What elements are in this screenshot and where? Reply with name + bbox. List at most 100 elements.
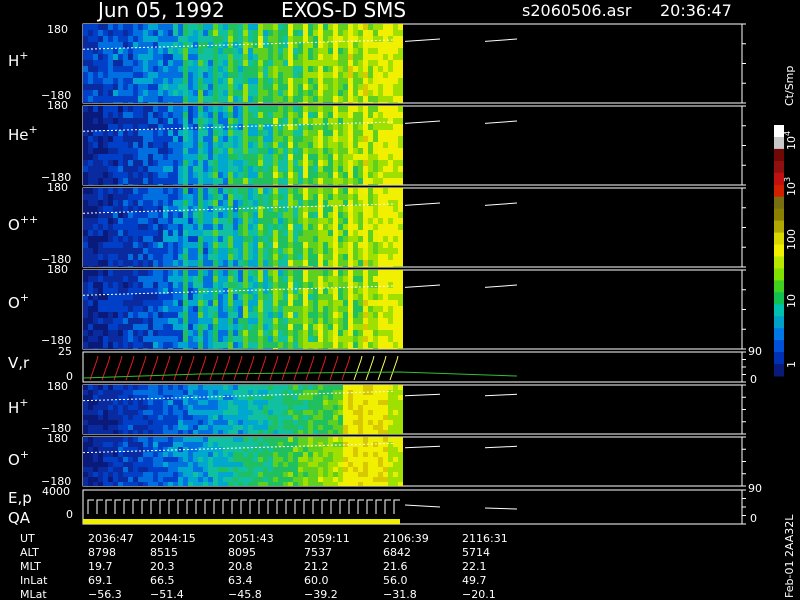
- spectrogram-cell: [303, 142, 308, 148]
- spectrogram-cell: [148, 415, 153, 420]
- spectrogram-cell: [238, 60, 243, 66]
- spectrogram-cell: [133, 467, 138, 472]
- spectrogram-cell: [223, 318, 228, 324]
- spectrogram-cell: [218, 457, 223, 462]
- spectrogram-cell: [288, 482, 293, 486]
- spectrogram-cell: [338, 294, 343, 300]
- spectrogram-cell: [383, 415, 388, 420]
- spectrogram-cell: [248, 400, 253, 405]
- spectrogram-cell: [263, 66, 268, 72]
- spectrogram-cell: [308, 447, 313, 452]
- spectrogram-cell: [88, 166, 93, 172]
- spectrogram-cell: [243, 84, 248, 90]
- spectrogram-cell: [93, 102, 98, 103]
- spectrogram-cell: [333, 342, 338, 348]
- spectrogram-cell: [158, 482, 163, 486]
- spectrogram-cell: [343, 148, 348, 154]
- spectrogram-cell: [208, 112, 213, 118]
- spectrogram-cell: [183, 118, 188, 124]
- spectrogram-cell: [243, 457, 248, 462]
- spectrogram-cell: [163, 112, 168, 118]
- spectrogram-cell: [203, 54, 208, 60]
- spectrogram-cell: [108, 142, 113, 148]
- spectrogram-cell: [173, 42, 178, 48]
- spectrogram-cell: [203, 266, 208, 267]
- spectrogram-cell: [198, 324, 203, 330]
- spectrogram-cell: [168, 78, 173, 84]
- spectrogram-cell: [243, 467, 248, 472]
- spectrogram-cell: [258, 415, 263, 420]
- spectrogram-cell: [153, 90, 158, 96]
- spectrogram-cell: [178, 330, 183, 336]
- spectrogram-cell: [378, 300, 383, 306]
- spectrogram-cell: [393, 457, 398, 462]
- spectrogram-cell: [153, 410, 158, 415]
- spectrogram-cell: [143, 457, 148, 462]
- spectrogram-cell: [338, 437, 343, 442]
- spectrogram-cell: [193, 318, 198, 324]
- spectrogram-cell: [223, 300, 228, 306]
- spectrogram-cell: [173, 242, 178, 248]
- spectrogram-cell: [153, 130, 158, 136]
- spectrogram-cell: [348, 230, 353, 236]
- spectrogram-cell: [273, 288, 278, 294]
- spectrogram-cell: [108, 385, 113, 390]
- panel-ep: [82, 489, 746, 525]
- spectrogram-cell: [293, 36, 298, 42]
- spectrogram-cell: [168, 30, 173, 36]
- spectrogram-cell: [143, 437, 148, 442]
- spectrogram-cell: [133, 270, 138, 276]
- spectrogram-cell: [263, 148, 268, 154]
- spectrogram-cell: [288, 178, 293, 184]
- spectrogram-cell: [363, 482, 368, 486]
- spectrogram-cell: [298, 300, 303, 306]
- spectrogram-cell: [268, 84, 273, 90]
- spectrogram-cell: [313, 42, 318, 48]
- spectrogram-cell: [298, 395, 303, 400]
- spectrogram-cell: [363, 276, 368, 282]
- spectrogram-cell: [288, 472, 293, 477]
- spectrogram-cell: [168, 415, 173, 420]
- spectrogram-cell: [233, 112, 238, 118]
- spectrogram-cell: [303, 477, 308, 482]
- spectrogram-cell: [273, 348, 278, 349]
- spectrogram-cell: [153, 270, 158, 276]
- spectrogram-cell: [93, 276, 98, 282]
- spectrogram-cell: [158, 154, 163, 160]
- spectrogram-cell: [338, 425, 343, 430]
- spectrogram-cell: [203, 48, 208, 54]
- spectrogram-cell: [138, 96, 143, 102]
- spectrogram-cell: [113, 260, 118, 266]
- spectrogram-cell: [113, 48, 118, 54]
- spectrogram-cell: [133, 66, 138, 72]
- spectrogram-cell: [298, 160, 303, 166]
- spectrogram-cell: [288, 66, 293, 72]
- spectrogram-cell: [188, 160, 193, 166]
- spectrogram-cell: [203, 236, 208, 242]
- spectrogram-cell: [168, 166, 173, 172]
- spectrogram-cell: [353, 188, 358, 194]
- spectrogram-cell: [303, 385, 308, 390]
- spectrogram-cell: [323, 482, 328, 486]
- spectrogram-cell: [368, 60, 373, 66]
- spectrogram-cell: [303, 462, 308, 467]
- spectrogram-cell: [238, 106, 243, 112]
- spectrogram-cell: [178, 166, 183, 172]
- spectrogram-cell: [388, 472, 393, 477]
- spectrogram-cell: [258, 348, 263, 349]
- spectrogram-cell: [293, 452, 298, 457]
- spectrogram-cell: [258, 60, 263, 66]
- spectrogram-cell: [383, 467, 388, 472]
- spectrogram-cell: [278, 390, 283, 395]
- spectrogram-cell: [83, 102, 88, 103]
- spectrogram-cell: [248, 437, 253, 442]
- spectrogram-cell: [313, 318, 318, 324]
- spectrogram-cell: [383, 390, 388, 395]
- spectrogram-cell: [243, 336, 248, 342]
- spectrogram-cell: [243, 242, 248, 248]
- spectrogram-cell: [203, 415, 208, 420]
- spectrogram-cell: [253, 385, 258, 390]
- spectrogram-cell: [233, 60, 238, 66]
- spectrogram-cell: [323, 242, 328, 248]
- spectrogram-cell: [373, 166, 378, 172]
